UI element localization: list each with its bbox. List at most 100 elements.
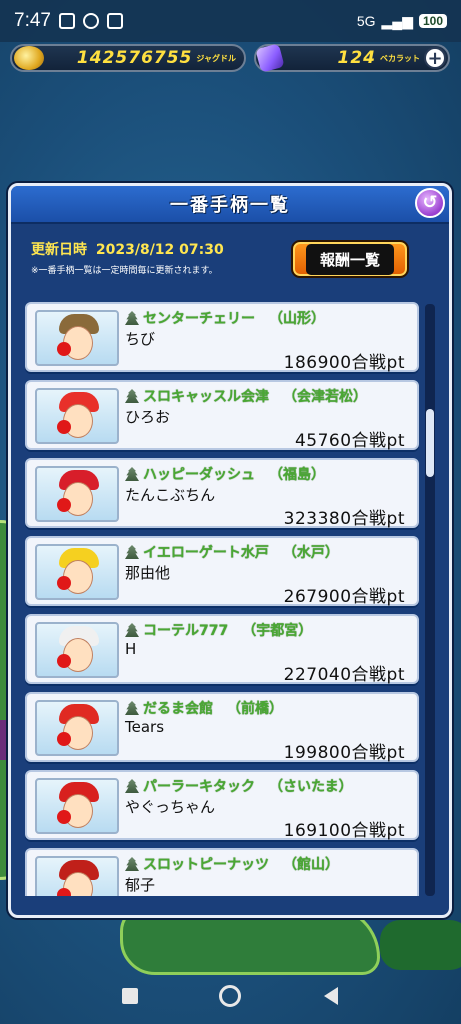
shop-area: （宇都宮）: [242, 623, 313, 639]
recent-apps-button[interactable]: [116, 982, 144, 1010]
gem-unit: ベカラット: [380, 53, 420, 63]
list-item[interactable]: スロットピーナッツ （館山） 郁子: [25, 848, 419, 896]
avatar-nose: [57, 576, 71, 590]
add-gem-button[interactable]: +: [424, 47, 446, 69]
battle-points: 267900合戦pt: [283, 587, 405, 607]
player-name: 那由他: [125, 564, 171, 582]
recent-apps-icon: [122, 988, 139, 1004]
shop-name: センターチェリー: [143, 311, 255, 327]
scrollbar[interactable]: [425, 304, 435, 896]
update-label: 更新日時: [31, 242, 87, 258]
player-name: やぐっちゃん: [125, 798, 216, 816]
player-name: ちび: [125, 330, 156, 348]
battle-points: 323380合戦pt: [283, 509, 405, 529]
shop-line: スロットピーナッツ （館山）: [125, 854, 339, 874]
home-icon: [219, 985, 242, 1007]
gold-value: 142576755: [76, 48, 193, 68]
list-item[interactable]: コーテル777 （宇都宮） H 227040合戦pt: [25, 614, 419, 685]
shop-area: （前橋）: [227, 701, 283, 717]
avatar: [35, 466, 119, 522]
list-item[interactable]: スロキャッスル会津 （会津若松） ひろお 45760合戦pt: [25, 380, 419, 451]
avatar-nose: [57, 888, 71, 896]
list-item[interactable]: ハッピーダッシュ （福島） たんこぶちん 323380合戦pt: [25, 458, 419, 529]
land-bottom-right: [380, 920, 461, 970]
gold-display: 142576755 ジャグドル: [10, 44, 246, 72]
player-name: 郁子: [125, 876, 156, 894]
home-button[interactable]: [216, 982, 244, 1010]
avatar-nose: [57, 342, 71, 356]
shop-name: スロットピーナッツ: [143, 857, 269, 873]
list-item[interactable]: だるま会館 （前橋） Tears 199800合戦pt: [25, 692, 419, 763]
notification-icon: [58, 13, 75, 29]
battle-points: 45760合戦pt: [294, 431, 405, 451]
shop-area: （水戸）: [282, 545, 339, 561]
shop-line: スロキャッスル会津 （会津若松）: [125, 386, 367, 406]
back-nav-button[interactable]: [317, 982, 345, 1010]
status-bar: 7:47 5G ▂▄▆ 100: [0, 0, 461, 42]
shop-area: （山形）: [269, 311, 325, 327]
list-item[interactable]: センターチェリー （山形） ちび 186900合戦pt: [25, 302, 419, 373]
shop-name: イエローゲート水戸: [143, 545, 269, 561]
shop-area: （会津若松）: [283, 389, 367, 405]
list-item[interactable]: イエローゲート水戸 （水戸） 那由他 267900合戦pt: [25, 536, 419, 607]
top-achievers-panel: 一番手柄一覧 ↺ 更新日時 2023/8/12 07:30 ※一番手柄一覧は一定…: [8, 183, 452, 918]
avatar: [35, 700, 119, 756]
avatar: [35, 856, 119, 896]
currency-bar: 142576755 ジャグドル 124 ベカラット +: [10, 43, 451, 74]
shop-area: （福島）: [269, 467, 325, 483]
player-name: H: [125, 640, 137, 658]
update-date: 2023/8/12 07:30: [95, 242, 224, 258]
castle-icon: [125, 467, 139, 481]
achiever-list[interactable]: センターチェリー （山形） ちび 186900合戦pt スロキャッスル会津 （会津若…: [25, 302, 419, 896]
status-time: 7:47: [14, 10, 51, 31]
shop-name: ハッピーダッシュ: [143, 467, 255, 483]
shop-line: パーラーキタック （さいたま）: [125, 776, 353, 796]
player-name: Tears: [125, 718, 165, 736]
avatar-nose: [57, 420, 71, 434]
avatar: [35, 388, 119, 444]
battle-points: 169100合戦pt: [283, 821, 405, 841]
reward-list-button[interactable]: 報酬一覧: [291, 240, 409, 278]
update-note: ※一番手柄一覧は一定時間毎に更新されます。: [31, 266, 218, 276]
battle-points: 186900合戦pt: [283, 353, 405, 373]
shop-line: センターチェリー （山形）: [125, 308, 325, 328]
avatar: [35, 622, 119, 678]
panel-title: 一番手柄一覧: [170, 195, 290, 216]
avatar: [35, 778, 119, 834]
avatar-nose: [57, 654, 71, 668]
back-button[interactable]: ↺: [415, 188, 445, 218]
shop-line: だるま会館 （前橋）: [125, 698, 283, 718]
gem-icon: [255, 43, 285, 73]
castle-icon: [125, 701, 139, 715]
castle-icon: [125, 545, 139, 559]
avatar: [35, 310, 119, 366]
alarm-icon: [82, 13, 99, 29]
network-type: 5G: [356, 13, 376, 29]
scroll-thumb[interactable]: [426, 408, 434, 477]
shop-area: （さいたま）: [269, 779, 353, 795]
shop-name: スロキャッスル会津: [143, 389, 269, 405]
avatar-nose: [57, 810, 71, 824]
shop-area: （館山）: [283, 857, 339, 873]
castle-icon: [125, 779, 139, 793]
list-item[interactable]: パーラーキタック （さいたま） やぐっちゃん 169100合戦pt: [25, 770, 419, 841]
shop-name: だるま会館: [143, 701, 213, 717]
player-name: ひろお: [125, 408, 171, 426]
gem-display: 124 ベカラット +: [254, 43, 450, 73]
battle-points: 199800合戦pt: [283, 743, 405, 763]
shop-line: コーテル777 （宇都宮）: [125, 620, 312, 640]
shop-line: ハッピーダッシュ （福島）: [125, 464, 325, 484]
castle-icon: [125, 311, 139, 325]
back-icon: [323, 987, 338, 1005]
castle-icon: [125, 623, 139, 637]
player-name: たんこぶちん: [125, 486, 216, 504]
avatar-nose: [57, 498, 71, 512]
battle-points: 227040合戦pt: [283, 665, 405, 685]
gold-coin-icon: [14, 46, 44, 70]
panel-header: 一番手柄一覧 ↺: [11, 186, 449, 224]
castle-icon: [125, 857, 139, 871]
system-nav-bar: [0, 968, 461, 1024]
avatar: [35, 544, 119, 600]
gold-unit: ジャグドル: [196, 53, 236, 63]
avatar-nose: [57, 732, 71, 746]
